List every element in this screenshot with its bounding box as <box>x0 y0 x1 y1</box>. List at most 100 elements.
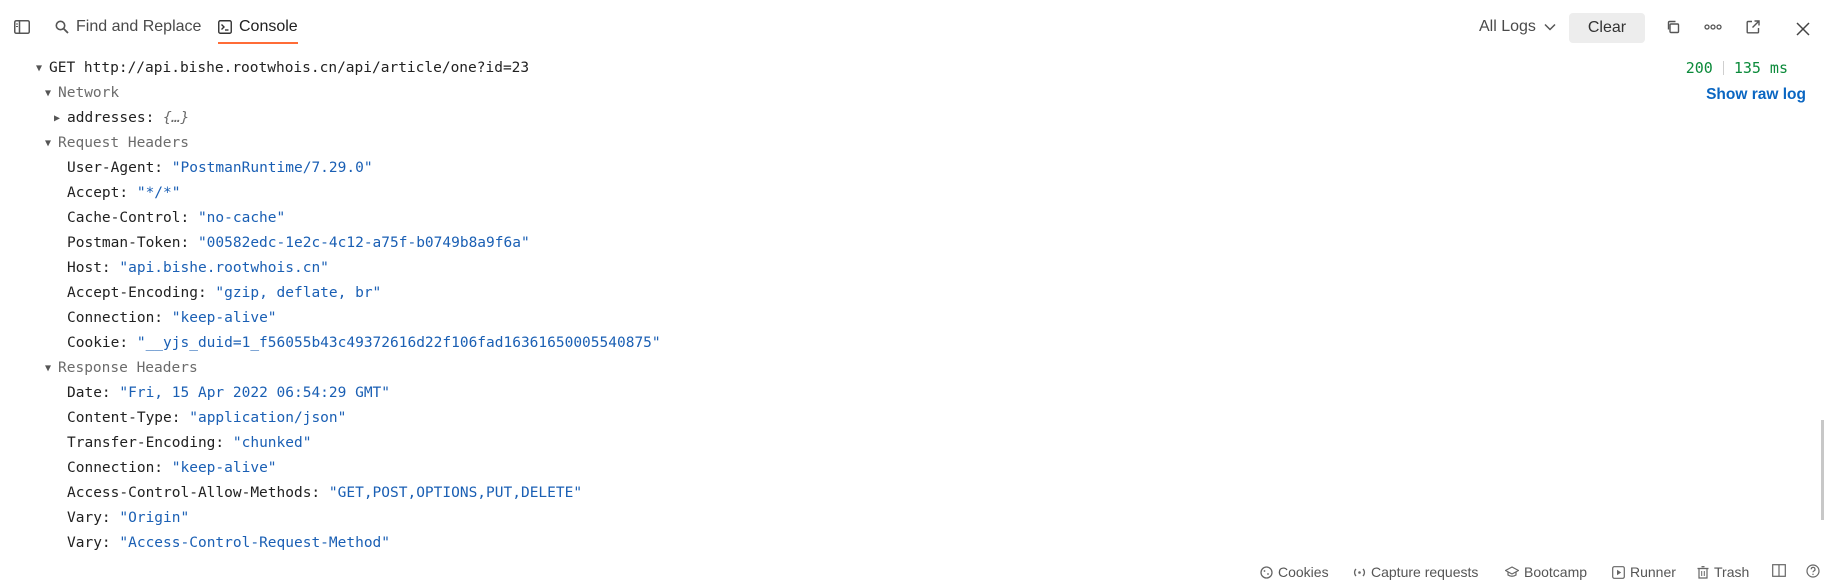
console-log: ▼ GET http://api.bishe.rootwhois.cn/api/a… <box>0 54 1824 554</box>
header-row: Connection: "keep-alive" <box>67 457 277 479</box>
header-row: Host: "api.bishe.rootwhois.cn" <box>67 257 329 279</box>
header-value: "PostmanRuntime/7.29.0" <box>171 160 373 176</box>
clear-button[interactable]: Clear <box>1569 13 1645 43</box>
tab-label: Find and Replace <box>76 18 202 35</box>
header-key: Host: <box>67 260 111 276</box>
header-row: Accept: "*/*" <box>67 182 181 204</box>
header-row: Cookie: "__yjs_duid=1_f56055b43c49372616… <box>67 332 661 354</box>
header-row: Transfer-Encoding: "chunked" <box>67 432 311 454</box>
antenna-icon <box>1353 566 1366 579</box>
header-key: Access-Control-Allow-Methods: <box>67 485 321 501</box>
header-row: Content-Type: "application/json" <box>67 407 346 429</box>
header-key: Cookie: <box>67 335 129 351</box>
header-row: Cache-Control: "no-cache" <box>67 207 285 229</box>
tab-console[interactable]: Console <box>218 14 298 44</box>
header-key: Date: <box>67 385 111 401</box>
header-value: "no-cache" <box>197 210 286 226</box>
request-line: GET http://api.bishe.rootwhois.cn/api/ar… <box>49 60 530 76</box>
header-value: "api.bishe.rootwhois.cn" <box>119 260 329 276</box>
play-icon <box>1612 565 1625 579</box>
trash-label: Trash <box>1714 564 1750 580</box>
runner-label: Runner <box>1630 564 1676 580</box>
close-icon[interactable] <box>1793 19 1813 39</box>
section-title: Response Headers <box>58 360 198 376</box>
collapse-caret-icon[interactable]: ▶ <box>54 108 67 130</box>
section-request-headers[interactable]: ▼ Request Headers <box>45 132 189 154</box>
header-value: "GET,POST,OPTIONS,PUT,DELETE" <box>328 485 583 501</box>
header-row: Accept-Encoding: "gzip, deflate, br" <box>67 282 381 304</box>
header-key: Connection: <box>67 310 164 326</box>
bootcamp-button[interactable]: Bootcamp <box>1505 564 1587 580</box>
header-value: "gzip, deflate, br" <box>215 285 382 301</box>
header-key: Vary: <box>67 535 111 551</box>
cookie-icon <box>1260 565 1273 579</box>
response-summary: 200 135 ms <box>1686 57 1788 79</box>
runner-button[interactable]: Runner <box>1612 564 1676 580</box>
graduation-cap-icon <box>1505 566 1519 578</box>
header-key: User-Agent: <box>67 160 164 176</box>
divider <box>1722 61 1724 75</box>
header-key: Vary: <box>67 510 111 526</box>
request-entry[interactable]: ▼ GET http://api.bishe.rootwhois.cn/api/a… <box>36 57 529 79</box>
log-filter-value: All Logs <box>1479 18 1536 35</box>
sidebar-toggle-icon[interactable] <box>12 17 32 37</box>
trash-icon <box>1697 565 1709 579</box>
open-new-window-icon[interactable] <box>1743 17 1763 37</box>
header-key: Connection: <box>67 460 164 476</box>
response-time: 135 ms <box>1733 59 1788 77</box>
header-value: "Access-Control-Request-Method" <box>119 535 391 551</box>
header-row: Connection: "keep-alive" <box>67 307 277 329</box>
tab-label: Console <box>239 18 298 35</box>
console-icon <box>218 20 232 34</box>
header-key: Cache-Control: <box>67 210 190 226</box>
console-toolbar: Find and Replace Console All Logs Clear <box>0 0 1824 54</box>
header-value: "Fri, 15 Apr 2022 06:54:29 GMT" <box>119 385 391 401</box>
trash-button[interactable]: Trash <box>1697 564 1749 580</box>
cookies-label: Cookies <box>1278 564 1329 580</box>
show-raw-log-link[interactable]: Show raw log <box>1706 84 1806 106</box>
header-key: Content-Type: <box>67 410 181 426</box>
help-icon[interactable] <box>1806 564 1820 578</box>
cookies-button[interactable]: Cookies <box>1260 564 1329 580</box>
tab-find-and-replace[interactable]: Find and Replace <box>55 14 201 40</box>
header-value: "00582edc-1e2c-4c12-a75f-b0749b8a9f6a" <box>197 235 530 251</box>
header-row: Vary: "Origin" <box>67 507 189 529</box>
network-item[interactable]: ▶ addresses: {…} <box>54 107 189 129</box>
expand-caret-icon[interactable]: ▼ <box>45 358 58 380</box>
section-response-headers[interactable]: ▼ Response Headers <box>45 357 198 379</box>
status-code: 200 <box>1685 59 1713 77</box>
bootcamp-label: Bootcamp <box>1524 564 1588 580</box>
log-filter-dropdown[interactable]: All Logs <box>1479 16 1556 38</box>
status-bar: Cookies Capture requests Bootcamp Runner… <box>0 560 1824 580</box>
chevron-down-icon <box>1544 23 1556 31</box>
capture-requests-label: Capture requests <box>1371 564 1479 580</box>
header-value: "chunked" <box>232 435 312 451</box>
header-value: "__yjs_duid=1_f56055b43c49372616d22f106f… <box>136 335 661 351</box>
more-options-icon[interactable] <box>1703 17 1723 37</box>
expand-caret-icon[interactable]: ▼ <box>45 83 58 105</box>
header-row: Access-Control-Allow-Methods: "GET,POST,… <box>67 482 582 504</box>
header-row: Postman-Token: "00582edc-1e2c-4c12-a75f-… <box>67 232 530 254</box>
header-value: "application/json" <box>189 410 347 426</box>
header-row: Vary: "Access-Control-Request-Method" <box>67 532 390 554</box>
header-key: Accept-Encoding: <box>67 285 207 301</box>
header-key: Postman-Token: <box>67 235 190 251</box>
header-row: Date: "Fri, 15 Apr 2022 06:54:29 GMT" <box>67 382 390 404</box>
capture-requests-button[interactable]: Capture requests <box>1353 564 1478 580</box>
header-key: Transfer-Encoding: <box>67 435 225 451</box>
search-icon <box>55 20 69 34</box>
header-value: "Origin" <box>119 510 190 526</box>
header-value: "keep-alive" <box>171 310 277 326</box>
header-key: Accept: <box>67 185 129 201</box>
section-title: Network <box>58 85 120 101</box>
section-title: Request Headers <box>58 135 189 151</box>
header-value: "*/*" <box>136 185 181 201</box>
item-value: {…} <box>163 110 190 126</box>
two-pane-view-icon[interactable] <box>1772 564 1786 577</box>
header-value: "keep-alive" <box>171 460 277 476</box>
expand-caret-icon[interactable]: ▼ <box>36 58 49 80</box>
section-network[interactable]: ▼ Network <box>45 82 119 104</box>
expand-caret-icon[interactable]: ▼ <box>45 133 58 155</box>
header-row: User-Agent: "PostmanRuntime/7.29.0" <box>67 157 373 179</box>
copy-icon[interactable] <box>1663 17 1683 37</box>
